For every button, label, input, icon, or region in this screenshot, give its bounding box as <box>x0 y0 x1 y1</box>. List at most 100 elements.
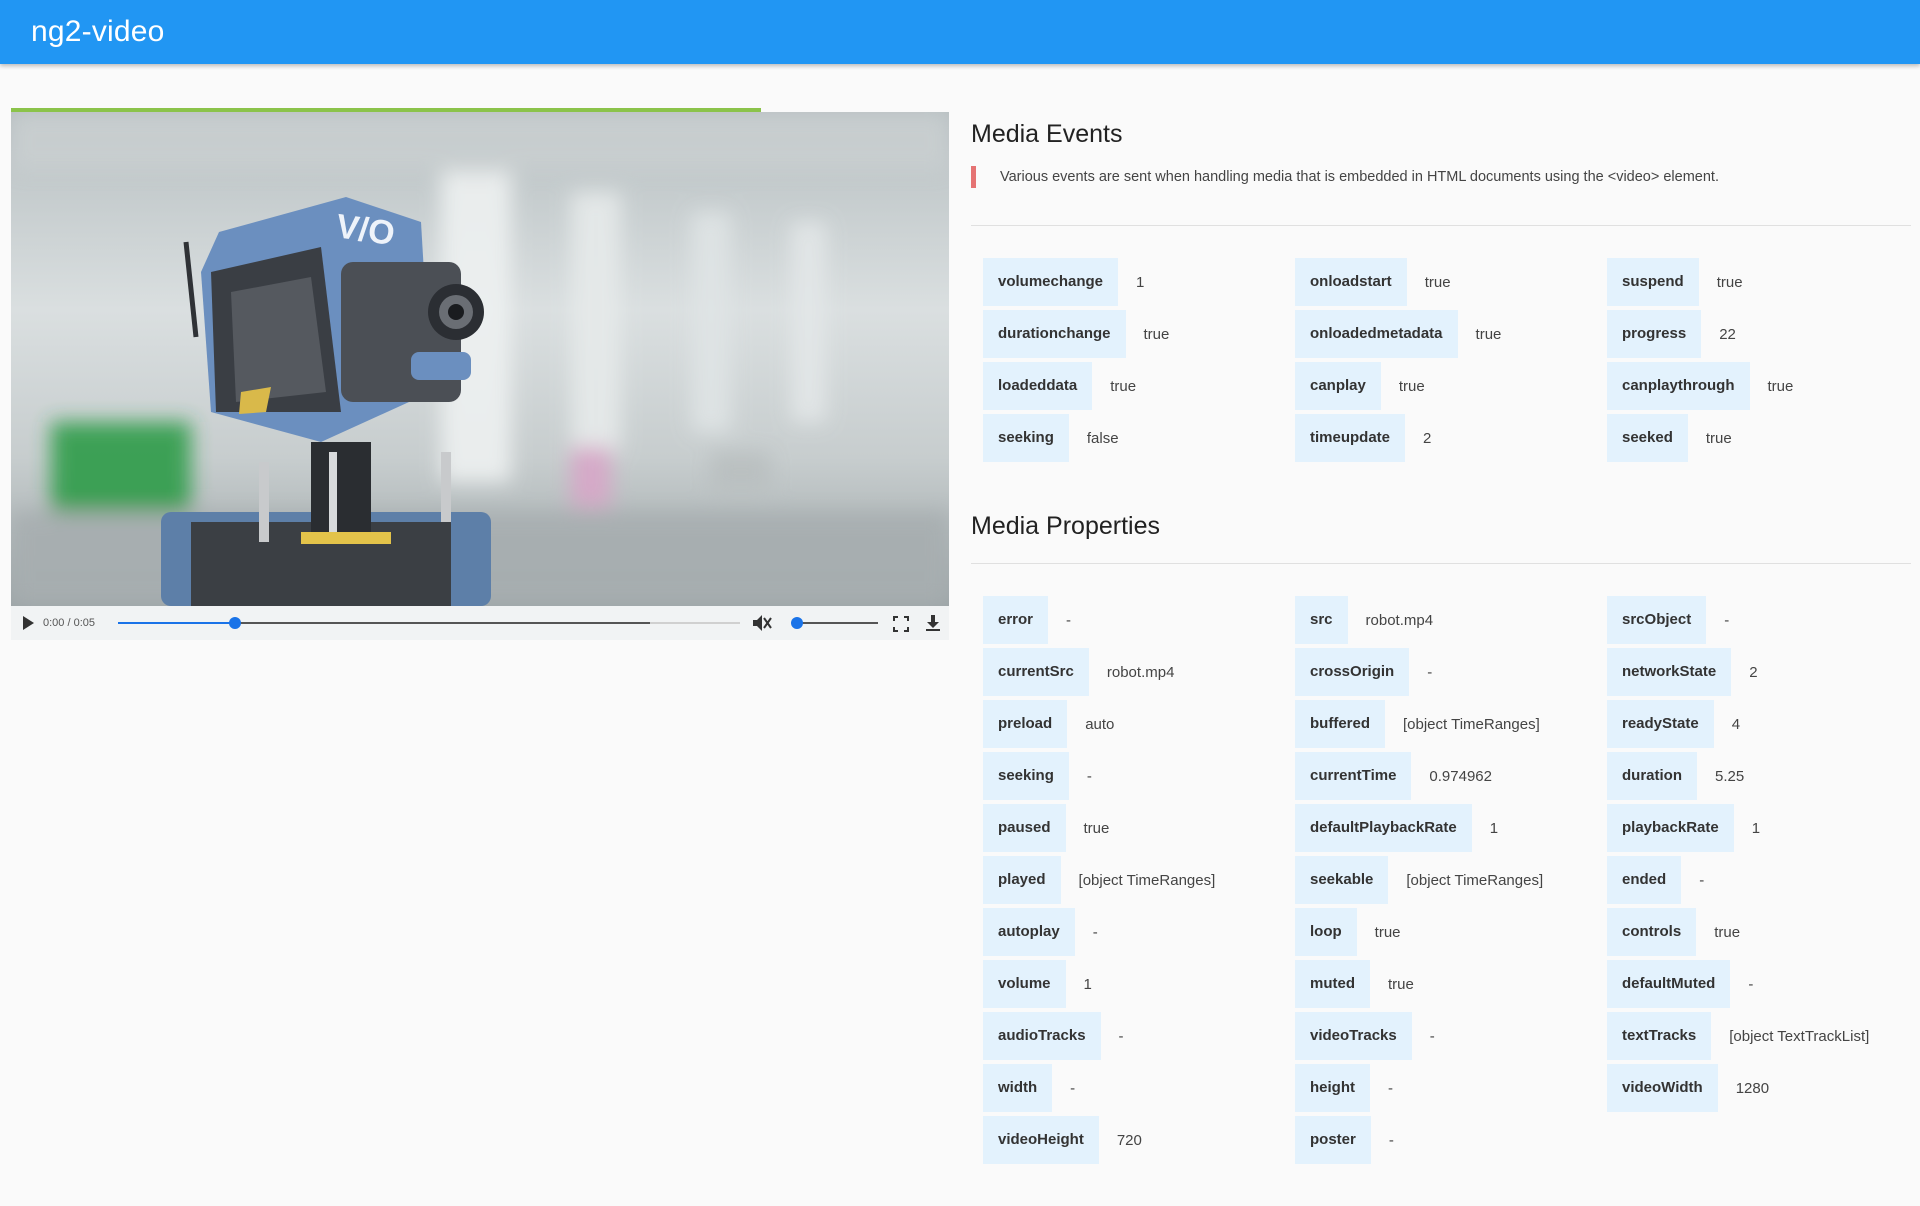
kv-pair-canplaythrough: canplaythrough true <box>1607 362 1793 410</box>
app-title: ng2-video <box>31 15 165 48</box>
kv-value: 5.25 <box>1715 767 1745 785</box>
kv-key: volumechange <box>983 258 1119 306</box>
kv-key: seeking <box>983 414 1069 462</box>
kv-value: [object TimeRanges] <box>1406 871 1544 889</box>
kv-value: true <box>1143 325 1170 343</box>
kv-key: canplaythrough <box>1607 362 1750 410</box>
kv-pair-defaultmuted: defaultMuted - <box>1607 960 1753 1008</box>
kv-key: suspend <box>1607 258 1699 306</box>
kv-pair-progress: progress 22 <box>1607 310 1736 358</box>
kv-value: - <box>1388 1131 1394 1149</box>
kv-key: paused <box>983 804 1066 852</box>
kv-value: false <box>1086 429 1119 447</box>
kv-pair-texttracks: textTracks [object TextTrackList] <box>1607 1012 1869 1060</box>
kv-value: 2 <box>1749 663 1758 681</box>
seek-thumb[interactable] <box>228 617 241 629</box>
kv-value: 1 <box>1136 273 1145 291</box>
kv-key: duration <box>1607 752 1697 800</box>
muted-speaker-icon[interactable] <box>751 613 773 633</box>
kv-key: readyState <box>1607 700 1714 748</box>
kv-value: [object TimeRanges] <box>1078 871 1216 889</box>
kv-value: 2 <box>1423 429 1432 447</box>
kv-value: - <box>1429 1027 1435 1045</box>
kv-key: defaultMuted <box>1607 960 1731 1008</box>
kv-value: true <box>1705 429 1732 447</box>
kv-value: true <box>1767 377 1794 395</box>
play-icon[interactable] <box>21 615 35 631</box>
kv-pair-seeking: seeking false <box>983 414 1119 462</box>
kv-pair-timeupdate: timeupdate 2 <box>1295 414 1431 462</box>
kv-key: muted <box>1295 960 1370 1008</box>
kv-value: - <box>1724 611 1730 629</box>
kv-pair-preload: preload auto <box>983 700 1114 748</box>
kv-value: true <box>1424 273 1451 291</box>
kv-value: 4 <box>1731 715 1741 733</box>
kv-pair-error: error - <box>983 596 1071 644</box>
kv-key: seeking <box>983 752 1069 800</box>
kv-pair-seeked: seeked true <box>1607 414 1732 462</box>
kv-pair-src: src robot.mp4 <box>1295 596 1433 644</box>
kv-value: auto <box>1085 715 1115 733</box>
kv-key: buffered <box>1295 700 1385 748</box>
seek-played-range <box>118 622 235 624</box>
video-frame[interactable]: V/O <box>11 112 949 606</box>
kv-key: defaultPlaybackRate <box>1295 804 1472 852</box>
kv-key: networkState <box>1607 648 1732 696</box>
svg-text:V/O: V/O <box>334 207 397 253</box>
kv-value: - <box>1092 923 1098 941</box>
kv-key: videoHeight <box>983 1116 1099 1164</box>
kv-pair-duration: duration 5.25 <box>1607 752 1744 800</box>
kv-pair-played: played [object TimeRanges] <box>983 856 1215 904</box>
kv-pair-seekable: seekable [object TimeRanges] <box>1295 856 1543 904</box>
kv-pair-volumechange: volumechange 1 <box>983 258 1144 306</box>
kv-value: - <box>1699 871 1705 889</box>
kv-key: videoWidth <box>1607 1064 1718 1112</box>
media-events-description: Various events are sent when handling me… <box>971 166 1911 188</box>
kv-key: onloadedmetadata <box>1295 310 1458 358</box>
download-icon[interactable] <box>925 614 941 632</box>
kv-key: onloadstart <box>1295 258 1407 306</box>
kv-key: controls <box>1607 908 1697 956</box>
kv-pair-ended: ended - <box>1607 856 1704 904</box>
kv-pair-controls: controls true <box>1607 908 1740 956</box>
kv-key: preload <box>983 700 1068 748</box>
kv-value: true <box>1374 923 1401 941</box>
kv-value: 22 <box>1719 325 1736 343</box>
kv-value: true <box>1714 923 1741 941</box>
media-events-description-text: Various events are sent when handling me… <box>1000 169 1719 185</box>
fullscreen-icon[interactable] <box>893 616 909 632</box>
kv-key: height <box>1295 1064 1370 1112</box>
kv-key: volume <box>983 960 1066 1008</box>
kv-pair-autoplay: autoplay - <box>983 908 1098 956</box>
volume-slider[interactable] <box>791 617 878 629</box>
kv-value: true <box>1110 377 1137 395</box>
kv-key: currentTime <box>1295 752 1412 800</box>
kv-value: [object TimeRanges] <box>1403 715 1540 733</box>
volume-thumb[interactable] <box>791 617 803 629</box>
kv-key: seekable <box>1295 856 1389 904</box>
kv-value: - <box>1388 1079 1393 1097</box>
kv-pair-currentsrc: currentSrc robot.mp4 <box>983 648 1174 696</box>
kv-value: true <box>1475 325 1502 343</box>
kv-pair-onloadstart: onloadstart true <box>1295 258 1451 306</box>
kv-key: width <box>983 1064 1053 1112</box>
kv-value: 1280 <box>1735 1079 1770 1097</box>
kv-value: 1 <box>1083 975 1092 993</box>
kv-pair-audiotracks: audioTracks - <box>983 1012 1124 1060</box>
kv-key: autoplay <box>983 908 1075 956</box>
kv-pair-networkstate: networkState 2 <box>1607 648 1758 696</box>
video-controls: 0:00 / 0:05 <box>11 606 949 640</box>
kv-pair-defaultplaybackrate: defaultPlaybackRate 1 <box>1295 804 1498 852</box>
kv-value: - <box>1118 1027 1124 1045</box>
kv-key: crossOrigin <box>1295 648 1410 696</box>
kv-pair-suspend: suspend true <box>1607 258 1743 306</box>
kv-value: 720 <box>1116 1131 1142 1149</box>
kv-pair-onloadedmetadata: onloadedmetadata true <box>1295 310 1501 358</box>
kv-value: - <box>1070 1079 1076 1097</box>
kv-value: robot.mp4 <box>1106 663 1175 681</box>
kv-value: robot.mp4 <box>1365 611 1434 629</box>
kv-value: - <box>1427 663 1433 681</box>
divider <box>971 225 1911 226</box>
kv-key: timeupdate <box>1295 414 1406 462</box>
seek-bar[interactable] <box>118 617 740 629</box>
